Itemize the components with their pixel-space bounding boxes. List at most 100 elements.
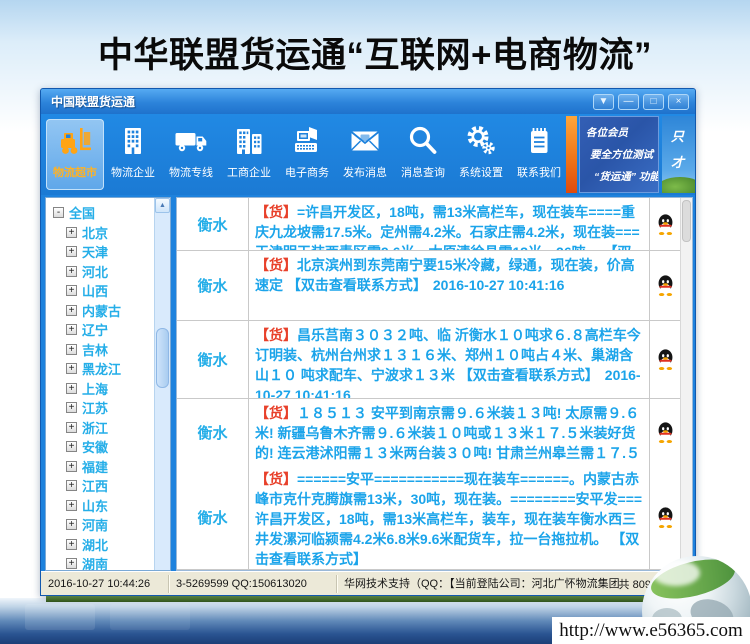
- message-cell[interactable]: 【货】=许昌开发区，18吨，需13米高栏车，现在装车====重庆九龙坡需17.5…: [249, 198, 650, 250]
- message-cell[interactable]: 【货】昌乐莒南３０３２吨、临 沂衡水１０吨求６.８高栏车今订明装、杭州台州求１３…: [249, 321, 650, 398]
- toolbar-item-logistics-market[interactable]: 物流超市: [46, 119, 104, 190]
- sidebar-item-province[interactable]: 黑龙江: [66, 359, 154, 379]
- sidebar-item-province[interactable]: 上海: [66, 379, 154, 399]
- toolbar-item-logistics-line[interactable]: 物流专线: [162, 119, 220, 190]
- city-cell: 衡水: [177, 465, 249, 569]
- expand-icon[interactable]: [66, 422, 77, 433]
- province-label: 江苏: [82, 398, 108, 417]
- message-cell[interactable]: 【货】１８５１３ 安平到南京需９.６米装１３吨! 太原需９.６米! 新疆乌鲁木齐…: [249, 399, 650, 465]
- sidebar-item-province[interactable]: 山东: [66, 496, 154, 516]
- toolbar-item-publish-message[interactable]: 发布消息: [336, 119, 394, 190]
- tree-scrollbar-thumb[interactable]: [156, 328, 169, 388]
- toolbar-item-system-settings[interactable]: 系统设置: [452, 119, 510, 190]
- expand-icon[interactable]: [66, 461, 77, 472]
- qq-contact-button[interactable]: [650, 465, 680, 569]
- side-ad-banner[interactable]: 只 才: [662, 116, 695, 193]
- city-cell: 衡水: [177, 399, 249, 465]
- sidebar-item-root[interactable]: 全国: [53, 203, 154, 223]
- sidebar-item-province[interactable]: 河北: [66, 262, 154, 282]
- expand-icon[interactable]: [66, 344, 77, 355]
- expand-icon[interactable]: [66, 383, 77, 394]
- sidebar-item-province[interactable]: 辽宁: [66, 320, 154, 340]
- close-button[interactable]: ×: [668, 94, 689, 110]
- sidebar-item-province[interactable]: 吉林: [66, 340, 154, 360]
- cargo-tag: 【货】: [255, 327, 297, 343]
- province-label: 湖北: [82, 535, 108, 554]
- qq-contact-button[interactable]: [650, 399, 680, 465]
- sidebar-item-province[interactable]: 安徽: [66, 437, 154, 457]
- qq-contact-button[interactable]: [650, 251, 680, 320]
- status-contact: 3-5269599 QQ:150613020: [169, 575, 337, 593]
- message-cell[interactable]: 【货】======安平===========现在装车======。内蒙古赤峰市克…: [249, 465, 650, 569]
- sidebar-item-province[interactable]: 天津: [66, 242, 154, 262]
- expand-icon[interactable]: [66, 305, 77, 316]
- table-scrollbar-thumb[interactable]: [682, 200, 691, 242]
- expand-icon[interactable]: [66, 285, 77, 296]
- table-scrollbar[interactable]: [680, 198, 692, 570]
- sidebar-item-province[interactable]: 山西: [66, 281, 154, 301]
- toolbar-item-contact-us[interactable]: 联系我们: [510, 119, 568, 190]
- province-list: 北京 天津 河北: [53, 223, 154, 571]
- sidebar-item-province[interactable]: 湖北: [66, 535, 154, 555]
- sidebar-item-province[interactable]: 湖南: [66, 554, 154, 570]
- table-row[interactable]: 衡水 【货】======安平===========现在装车======。内蒙古赤…: [177, 465, 680, 570]
- sidebar-item-province[interactable]: 江苏: [66, 398, 154, 418]
- maximize-button[interactable]: □: [643, 94, 664, 110]
- cargo-tag: 【货】: [255, 257, 297, 273]
- expand-icon[interactable]: [66, 558, 77, 569]
- sidebar-item-province[interactable]: 北京: [66, 223, 154, 243]
- orange-divider-strip: [566, 116, 577, 193]
- pin-button[interactable]: ▼: [593, 94, 614, 110]
- table-row[interactable]: 衡水 【货】昌乐莒南３０３２吨、临 沂衡水１０吨求６.８高栏车今订明装、杭州台州…: [177, 321, 680, 399]
- qq-penguin-icon: [656, 349, 675, 370]
- province-label: 天津: [82, 242, 108, 261]
- toolbar-item-label: 物流超市: [53, 164, 97, 180]
- table-row[interactable]: 衡水 【货】北京滨州到东莞南宁要15米冷藏，绿通，现在装，价高速定 【双击查看联…: [177, 251, 680, 321]
- region-tree-panel: 全国 北京 天津: [45, 197, 171, 571]
- province-label: 吉林: [82, 340, 108, 359]
- expand-icon[interactable]: [66, 441, 77, 452]
- freight-message-table: 衡水 【货】=许昌开发区，18吨，需13米高栏车，现在装车====重庆九龙坡需1…: [176, 197, 693, 571]
- province-label: 湖南: [82, 554, 108, 570]
- tree-scrollbar[interactable]: ▲: [154, 198, 170, 570]
- banner-line: 要全方位测试: [586, 144, 655, 166]
- sidebar-item-province[interactable]: 江西: [66, 476, 154, 496]
- expand-icon[interactable]: [66, 500, 77, 511]
- content-area: 全国 北京 天津: [41, 195, 695, 573]
- window-titlebar[interactable]: 中国联盟货运通 ▼ — □ ×: [41, 89, 695, 114]
- qq-contact-button[interactable]: [650, 321, 680, 398]
- table-row[interactable]: 衡水 【货】１８５１３ 安平到南京需９.６米装１３吨! 太原需９.６米! 新疆乌…: [177, 399, 680, 465]
- sidebar-item-province[interactable]: 内蒙古: [66, 301, 154, 321]
- expand-icon[interactable]: [66, 363, 77, 374]
- expand-icon[interactable]: [66, 402, 77, 413]
- globe-highlight: [652, 560, 700, 586]
- banner-line: 只: [671, 124, 695, 150]
- sidebar-item-province[interactable]: 河南: [66, 515, 154, 535]
- province-label: 河北: [82, 262, 108, 281]
- message-cell[interactable]: 【货】北京滨州到东莞南宁要15米冷藏，绿通，现在装，价高速定 【双击查看联系方式…: [249, 251, 650, 320]
- sidebar-item-province[interactable]: 福建: [66, 457, 154, 477]
- table-row[interactable]: 衡水 【货】=许昌开发区，18吨，需13米高栏车，现在装车====重庆九龙坡需1…: [177, 198, 680, 251]
- qq-contact-button[interactable]: [650, 198, 680, 250]
- expand-icon[interactable]: [66, 266, 77, 277]
- member-notice-banner[interactable]: 各位会员 要全方位测试 “货运通” 功能!: [579, 116, 659, 193]
- message-text: 昌乐莒南３０３２吨、临 沂衡水１０吨求６.８高栏车今订明装、杭州台州求１３１６米…: [255, 327, 641, 383]
- banner-line: 各位会员: [586, 122, 655, 144]
- minimize-button[interactable]: —: [618, 94, 639, 110]
- toolbar-item-label: 联系我们: [517, 164, 561, 180]
- expand-icon[interactable]: [66, 227, 77, 238]
- expand-icon[interactable]: [66, 539, 77, 550]
- province-label: 浙江: [82, 418, 108, 437]
- collapse-icon[interactable]: [53, 207, 64, 218]
- expand-icon[interactable]: [66, 246, 77, 257]
- status-datetime: 2016-10-27 10:44:26: [41, 575, 169, 593]
- sidebar-item-province[interactable]: 浙江: [66, 418, 154, 438]
- expand-icon[interactable]: [66, 519, 77, 530]
- toolbar-item-business-company[interactable]: 工商企业: [220, 119, 278, 190]
- expand-icon[interactable]: [66, 480, 77, 491]
- toolbar-item-ecommerce[interactable]: 电子商务: [278, 119, 336, 190]
- toolbar-item-logistics-company[interactable]: 物流企业: [104, 119, 162, 190]
- scroll-up-icon[interactable]: ▲: [155, 198, 170, 213]
- expand-icon[interactable]: [66, 324, 77, 335]
- toolbar-item-message-query[interactable]: 消息查询: [394, 119, 452, 190]
